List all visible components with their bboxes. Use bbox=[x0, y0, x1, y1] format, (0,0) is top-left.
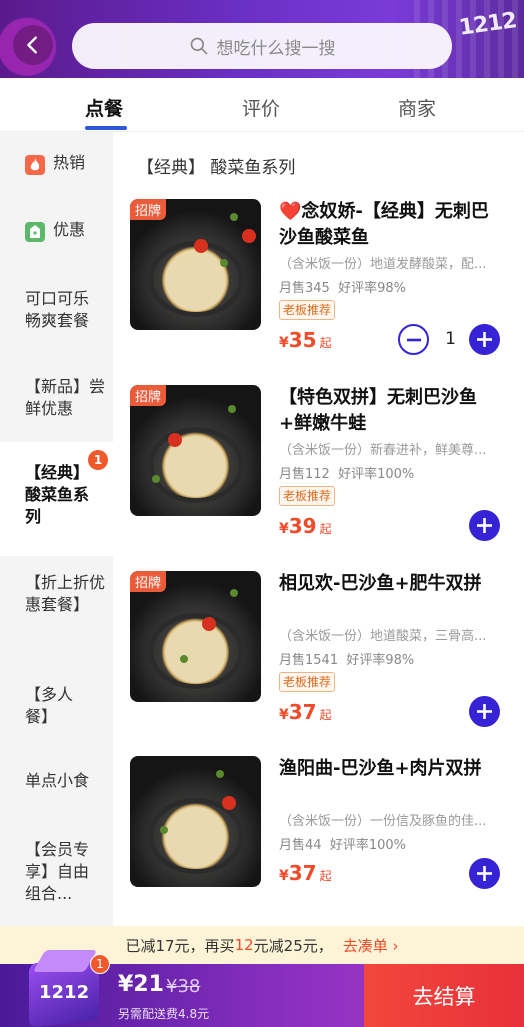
product-image[interactable]: 招牌 bbox=[130, 571, 261, 702]
product-list: 【经典】 酸菜鱼系列 招牌 ❤️念奴娇-【经典】无刺巴沙鱼酸菜鱼 （含米饭一份）… bbox=[113, 132, 524, 926]
cart-box-label: 1212 bbox=[39, 982, 90, 1003]
header-banner: 1212 想吃什么搜一搜 bbox=[0, 0, 524, 78]
sidebar-item-coke-combo[interactable]: 可口可乐畅爽套餐 bbox=[0, 288, 100, 332]
back-button[interactable] bbox=[13, 25, 53, 65]
add-to-cart-button[interactable] bbox=[469, 858, 500, 889]
add-to-cart-button[interactable] bbox=[469, 696, 500, 727]
promo-text: 已减17元，再买 bbox=[125, 936, 235, 955]
sidebar-item-snacks[interactable]: 单点小食 bbox=[0, 770, 113, 792]
product-sales: 月售345 好评率98% bbox=[279, 281, 406, 296]
chevron-left-icon bbox=[27, 36, 37, 54]
product-desc: （含米饭一份）地道酸菜，三骨高... bbox=[279, 629, 487, 644]
product-image[interactable] bbox=[130, 756, 261, 887]
product-card[interactable]: 招牌 相见欢-巴沙鱼+肥牛双拼 （含米饭一份）地道酸菜，三骨高... 月售154… bbox=[130, 571, 524, 741]
section-title: 【经典】 酸菜鱼系列 bbox=[137, 158, 296, 178]
delivery-fee: 另需配送费4.8元 bbox=[118, 1007, 210, 1021]
signature-badge: 招牌 bbox=[130, 199, 167, 220]
product-name: ❤️念奴娇-【经典】无刺巴沙鱼酸菜鱼 bbox=[279, 201, 489, 248]
product-name: 【特色双拼】无刺巴沙鱼+鲜嫩牛蛙 bbox=[279, 387, 477, 434]
sidebar-item-new[interactable]: 【新品】尝鲜优惠 bbox=[0, 376, 113, 420]
sidebar-item-group-meal[interactable]: 【多人餐】 bbox=[0, 684, 113, 728]
sidebar-item-label: 【经典】酸菜鱼系列 bbox=[25, 463, 90, 526]
sidebar-item-label: 优惠 bbox=[53, 220, 86, 239]
plus-icon bbox=[477, 866, 492, 881]
add-more-link[interactable]: 去凑单 › bbox=[343, 935, 399, 956]
product-sales: 月售1541 好评率98% bbox=[279, 653, 415, 668]
product-desc: （含米饭一份）一份信及豚鱼的佳... bbox=[279, 814, 487, 829]
product-price: ¥35 起 bbox=[279, 328, 332, 352]
discount-tag-icon bbox=[25, 222, 45, 242]
product-desc: （含米饭一份）新春进补，鲜美尊... bbox=[279, 443, 487, 458]
active-tab-indicator bbox=[85, 126, 127, 130]
sidebar-item-label: 热销 bbox=[53, 153, 86, 172]
category-count-badge: 1 bbox=[88, 450, 108, 470]
checkout-button[interactable]: 去结算 bbox=[364, 964, 524, 1027]
cart-bar: 1212 1 ¥21 ¥38 另需配送费4.8元 去结算 bbox=[0, 950, 524, 1027]
tab-order[interactable]: 点餐 bbox=[85, 94, 123, 121]
cart-total: ¥21 bbox=[118, 972, 164, 997]
boss-recommend-tag: 老板推荐 bbox=[279, 300, 336, 320]
decrease-quantity-button[interactable] bbox=[398, 324, 429, 355]
tab-reviews[interactable]: 评价 bbox=[242, 94, 280, 121]
product-sales: 月售112 好评率100% bbox=[279, 467, 415, 482]
tab-merchant[interactable]: 商家 bbox=[398, 94, 436, 121]
plus-icon bbox=[477, 332, 492, 347]
product-price: ¥39 起 bbox=[279, 514, 332, 538]
search-bar[interactable]: 想吃什么搜一搜 bbox=[72, 23, 452, 69]
boss-recommend-tag: 老板推荐 bbox=[279, 672, 336, 692]
sidebar-item-member[interactable]: 【会员专享】自由组合... bbox=[0, 839, 113, 905]
signature-badge: 招牌 bbox=[130, 571, 167, 592]
sidebar-item-discount-set[interactable]: 【折上折优惠套餐】 bbox=[0, 572, 113, 616]
signature-badge: 招牌 bbox=[130, 385, 167, 406]
sidebar-item-discount[interactable]: 优惠 bbox=[0, 219, 113, 242]
flame-icon bbox=[25, 155, 45, 175]
add-to-cart-button[interactable] bbox=[469, 324, 500, 355]
product-name: 相见欢-巴沙鱼+肥牛双拼 bbox=[279, 573, 482, 594]
quantity-value: 1 bbox=[445, 329, 456, 349]
product-image[interactable]: 招牌 bbox=[130, 385, 261, 516]
product-card[interactable]: 渔阳曲-巴沙鱼+肉片双拼 （含米饭一份）一份信及豚鱼的佳... 月售44 好评率… bbox=[130, 756, 524, 926]
product-name: 渔阳曲-巴沙鱼+肉片双拼 bbox=[279, 758, 482, 779]
promo-text-2: 元减25元， bbox=[253, 936, 333, 955]
product-card[interactable]: 招牌 【特色双拼】无刺巴沙鱼+鲜嫩牛蛙 （含米饭一份）新春进补，鲜美尊... 月… bbox=[130, 385, 524, 555]
product-price: ¥37 起 bbox=[279, 861, 332, 885]
boss-recommend-tag: 老板推荐 bbox=[279, 486, 336, 506]
product-sales: 月售44 好评率100% bbox=[279, 838, 406, 853]
product-price: ¥37 起 bbox=[279, 700, 332, 724]
tab-bar: 点餐 评价 商家 bbox=[0, 78, 524, 132]
plus-icon bbox=[477, 704, 492, 719]
cart-count-badge: 1 bbox=[90, 954, 110, 974]
sidebar-item-classic-fish[interactable]: 【经典】酸菜鱼系列 1 bbox=[0, 442, 113, 556]
search-placeholder: 想吃什么搜一搜 bbox=[216, 38, 336, 59]
add-to-cart-button[interactable] bbox=[469, 510, 500, 541]
product-desc: （含米饭一份）地道发酵酸菜，配... bbox=[279, 257, 487, 272]
cart-original-price: ¥38 bbox=[166, 976, 201, 997]
minus-icon bbox=[406, 338, 421, 341]
category-sidebar: 热销 优惠 可口可乐畅爽套餐 【新品】尝鲜优惠 【经典】酸菜鱼系列 1 【折上折… bbox=[0, 132, 113, 926]
sidebar-item-hot[interactable]: 热销 bbox=[0, 152, 113, 175]
product-image[interactable]: 招牌 bbox=[130, 199, 261, 330]
plus-icon bbox=[477, 518, 492, 533]
promo-highlight: 12 bbox=[234, 936, 254, 954]
product-card[interactable]: 招牌 ❤️念奴娇-【经典】无刺巴沙鱼酸菜鱼 （含米饭一份）地道发酵酸菜，配...… bbox=[130, 199, 524, 369]
search-icon bbox=[190, 37, 207, 55]
